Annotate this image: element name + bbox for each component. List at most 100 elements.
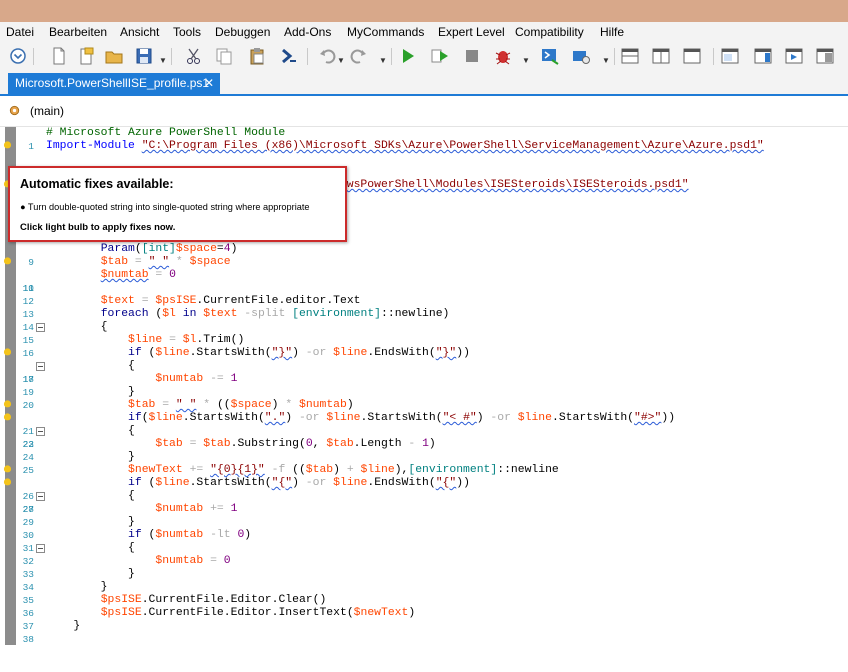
code-line: 25 } (16, 451, 836, 476)
breadcrumb-text[interactable]: (main) (30, 104, 64, 118)
cut-icon[interactable] (184, 46, 204, 66)
code-line: 24 $tab = $tab.Substring(0, $tab.Length … (16, 438, 836, 463)
menu-mycommands[interactable]: MyCommands (347, 25, 424, 39)
code-line: 16 $line = $l.Trim() (16, 334, 836, 359)
code-line: 13 $text = $psISE.CurrentFile.editor.Tex… (16, 295, 836, 320)
undo-icon[interactable] (318, 46, 338, 66)
code-line: 18 { (16, 360, 836, 385)
lightbulb-icon[interactable] (3, 400, 12, 411)
code-line: 30 } (16, 516, 836, 541)
show-addon-pane-icon[interactable] (784, 46, 804, 66)
paste-icon[interactable] (247, 46, 267, 66)
chevron-down-icon[interactable]: ▼ (522, 56, 530, 65)
menu-tools[interactable]: Tools (173, 25, 201, 39)
popup-fix-item: ● Turn double-quoted string into single-… (20, 202, 310, 212)
code-line: 1 # Microsoft Azure PowerShell Module (16, 127, 836, 152)
code-line: 2 Import-Module "C:\Program Files (x86)\… (3, 140, 836, 178)
code-line: 11 $numtab = 0 (16, 269, 836, 294)
menu-compatibility[interactable]: Compatibility (515, 25, 584, 39)
fold-toggle-icon[interactable] (36, 492, 45, 501)
lightbulb-icon[interactable] (3, 141, 12, 152)
gear-icon (9, 105, 20, 116)
show-script-pane-right-icon[interactable] (651, 46, 671, 66)
code-line: 17 if ($line.StartsWith("}") -or $line.E… (3, 347, 836, 385)
menu-datei[interactable]: Datei (6, 25, 34, 39)
show-command-window-icon[interactable] (720, 46, 740, 66)
show-command-addon-icon[interactable] (753, 46, 773, 66)
run-selection-icon[interactable] (430, 46, 450, 66)
code-line: 28 { (16, 490, 836, 515)
code-line: 38 } (16, 620, 836, 645)
popup-footer: Click light bulb to apply fixes now. (20, 222, 176, 233)
close-icon[interactable]: ✕ (204, 73, 214, 94)
line-number: 38 (22, 634, 34, 645)
stop-icon[interactable] (462, 46, 482, 66)
lightbulb-icon[interactable] (3, 348, 12, 359)
code-line: 33 $numtab = 0 (16, 555, 836, 580)
new-file-icon[interactable] (49, 46, 69, 66)
toolbar-separator (713, 48, 714, 65)
open-folder-icon[interactable] (104, 46, 124, 66)
start-powershell-icon[interactable] (571, 46, 591, 66)
code-line: 34 } (16, 568, 836, 593)
code-line: 37 $psISE.CurrentFile.Editor.InsertText(… (16, 607, 836, 632)
chevron-down-icon[interactable]: ▼ (159, 56, 167, 65)
fold-toggle-icon[interactable] (36, 427, 45, 436)
toolbar: ▼ ▼ ▼ ▼ ▼ (0, 43, 848, 70)
chevron-down-icon[interactable]: ▼ (379, 56, 387, 65)
fold-toggle-icon[interactable] (36, 544, 45, 553)
lightbulb-icon[interactable] (3, 478, 12, 489)
tab-strip: Microsoft.PowerShellISE_profile.ps1 ✕ (0, 70, 848, 96)
fold-toggle-icon[interactable] (36, 323, 45, 332)
run-icon[interactable] (398, 46, 418, 66)
remote-powershell-icon[interactable] (540, 46, 560, 66)
code-line: 32 { (16, 542, 836, 567)
code-line: 36 $psISE.CurrentFile.Editor.Clear() (16, 594, 836, 619)
breadcrumb: (main) (0, 96, 848, 127)
automatic-fixes-popup: Automatic fixes available: ● Turn double… (8, 166, 347, 242)
customize-icon[interactable] (8, 46, 28, 66)
menu-bar: Datei Bearbeiten Ansicht Tools Debuggen … (0, 22, 848, 43)
debug-icon[interactable] (493, 46, 513, 66)
popup-title: Automatic fixes available: (20, 177, 174, 191)
chevron-down-icon[interactable]: ▼ (337, 56, 345, 65)
code-line: 29 $numtab += 1 (16, 503, 836, 528)
toolbar-separator (33, 48, 34, 65)
chevron-down-icon[interactable]: ▼ (602, 56, 610, 65)
menu-ansicht[interactable]: Ansicht (120, 25, 159, 39)
lightbulb-icon[interactable] (3, 257, 12, 268)
code-line: 31 if ($numtab -lt 0) (16, 529, 836, 554)
fold-toggle-icon[interactable] (36, 362, 45, 371)
toolbar-separator (614, 48, 615, 65)
toolbar-separator (391, 48, 392, 65)
code-line: 35 } (16, 581, 836, 606)
code-line: 19 $numtab -= 1 (16, 373, 836, 398)
menu-bearbeiten[interactable]: Bearbeiten (49, 25, 107, 39)
copy-icon[interactable] (214, 46, 234, 66)
code-line: 20 } (16, 386, 836, 411)
powershell-icon[interactable] (279, 46, 299, 66)
menu-add-ons[interactable]: Add-Ons (284, 25, 331, 39)
code-line: 15 { (16, 321, 836, 346)
lightbulb-icon[interactable] (3, 465, 12, 476)
code-line: 27 if ($line.StartsWith("{") -or $line.E… (3, 477, 836, 515)
code-line: 10 $tab = " " * $space (3, 256, 836, 294)
code-line: 23 { (16, 425, 836, 450)
tab-profile-script[interactable]: Microsoft.PowerShellISE_profile.ps1 ✕ (8, 73, 220, 94)
redo-icon[interactable] (348, 46, 368, 66)
code-line: 14 foreach ($l in $text -split [environm… (16, 308, 836, 333)
window-title-bar (0, 0, 848, 22)
code-line: 9 Param([int]$space=4) (16, 243, 836, 268)
lightbulb-icon[interactable] (3, 413, 12, 424)
code-line: 21 $tab = " " * (($space) * $numtab) (3, 399, 836, 437)
show-script-pane-maximized-icon[interactable] (682, 46, 702, 66)
new-remote-icon[interactable] (76, 46, 96, 66)
menu-hilfe[interactable]: Hilfe (600, 25, 624, 39)
save-icon[interactable] (134, 46, 154, 66)
menu-debuggen[interactable]: Debuggen (215, 25, 270, 39)
show-script-pane-top-icon[interactable] (620, 46, 640, 66)
toolbar-separator (171, 48, 172, 65)
code-line: 22 if($line.StartsWith(".") -or $line.St… (3, 412, 836, 450)
menu-expert-level[interactable]: Expert Level (438, 25, 505, 39)
show-extra-pane-icon[interactable] (815, 46, 835, 66)
